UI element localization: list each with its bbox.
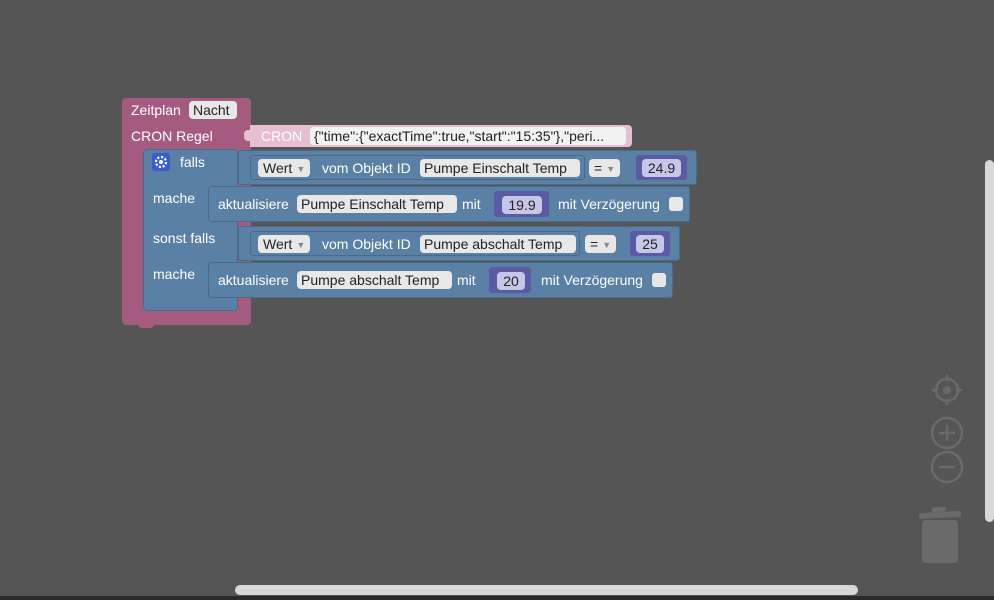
- with-label-1: mit: [462, 196, 481, 212]
- cron-rule-label: CRON Regel: [131, 128, 213, 144]
- object-id-field-1[interactable]: Pumpe Einschalt Temp: [420, 159, 580, 177]
- blockly-workspace[interactable]: Zeitplan Nacht CRON Regel CRON {"time":{…: [0, 0, 994, 600]
- update-object-field-2[interactable]: Pumpe abschalt Temp: [297, 271, 452, 289]
- number-field-1[interactable]: 24.9: [642, 159, 681, 177]
- update-label-1: aktualisiere: [218, 196, 289, 212]
- delay-checkbox-2[interactable]: [652, 273, 666, 287]
- object-id-field-2[interactable]: Pumpe abschalt Temp: [420, 235, 576, 253]
- of-object-label-2: vom Objekt ID: [322, 236, 411, 252]
- minus-circle-icon[interactable]: [930, 450, 964, 484]
- bottom-edge: [0, 596, 994, 600]
- update-label-2: aktualisiere: [218, 272, 289, 288]
- operator-dropdown-2[interactable]: = ▼: [585, 235, 617, 253]
- trash-icon[interactable]: [918, 506, 962, 564]
- value-dropdown-2[interactable]: Wert ▼: [258, 235, 311, 253]
- crosshair-icon[interactable]: [931, 374, 963, 406]
- cron-connector: [244, 130, 252, 141]
- do2-label: mache: [153, 266, 196, 282]
- do-label: mache: [153, 190, 196, 206]
- number-field-2[interactable]: 25: [636, 235, 664, 253]
- horizontal-scrollbar[interactable]: [235, 585, 858, 595]
- schedule-label: Zeitplan: [131, 102, 181, 118]
- cron-block-label: CRON: [261, 128, 303, 144]
- else-if-label: sonst falls: [153, 230, 216, 246]
- gear-icon[interactable]: [152, 153, 170, 171]
- cron-value-field[interactable]: {"time":{"exactTime":true,"start":"15:35…: [310, 127, 626, 145]
- if-label: falls: [180, 154, 205, 170]
- value-dropdown-1[interactable]: Wert ▼: [258, 159, 311, 177]
- update-object-field-1[interactable]: Pumpe Einschalt Temp: [297, 195, 457, 213]
- schedule-block-bottom-tab: [138, 320, 154, 328]
- delay-label-1: mit Verzögerung: [558, 196, 660, 212]
- vertical-scrollbar[interactable]: [985, 160, 994, 522]
- update-number-field-1[interactable]: 19.9: [502, 196, 542, 214]
- plus-circle-icon[interactable]: [930, 416, 964, 450]
- of-object-label-1: vom Objekt ID: [322, 160, 411, 176]
- operator-dropdown-1[interactable]: = ▼: [589, 159, 621, 177]
- delay-checkbox-1[interactable]: [669, 197, 683, 211]
- update-number-field-2[interactable]: 20: [497, 272, 525, 290]
- schedule-name-field[interactable]: Nacht: [189, 101, 237, 119]
- delay-label-2: mit Verzögerung: [541, 272, 643, 288]
- with-label-2: mit: [457, 272, 476, 288]
